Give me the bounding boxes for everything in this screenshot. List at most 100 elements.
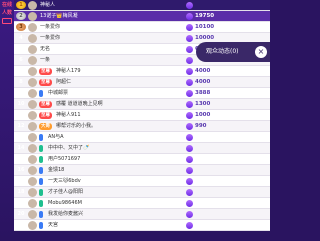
list-item[interactable]: 21 天宫 — [14, 220, 270, 231]
list-item[interactable]: 16 金馈18 — [14, 165, 270, 176]
level-badge: 至尊 — [39, 68, 52, 75]
avatar[interactable] — [28, 122, 37, 131]
level-badge — [39, 189, 43, 196]
level-badge — [39, 156, 43, 163]
coin-icon — [186, 145, 193, 152]
user-name: AN与A — [48, 134, 64, 140]
avatar[interactable] — [28, 177, 37, 186]
coin-icon — [186, 57, 193, 64]
avatar[interactable] — [28, 12, 37, 21]
list-item[interactable]: 7 至尊 神秘人179 4000 — [14, 66, 270, 77]
list-item[interactable]: 11 至尊 神秘人911 1000 — [14, 110, 270, 121]
avatar[interactable] — [28, 188, 37, 197]
user-name: 感覆 道道道晚上见啊 — [56, 101, 103, 107]
avatar[interactable] — [28, 56, 37, 65]
contribution-amount: 4000 — [195, 79, 211, 85]
user-name: 天宫 — [48, 222, 59, 228]
coin-icon — [186, 112, 193, 119]
rank-number: 4 — [19, 35, 23, 41]
left-tab-panel[interactable]: 在线 人数 — [0, 0, 14, 241]
audience-dynamics-label: 观众动态(0) — [206, 48, 239, 55]
list-item[interactable]: 19 Mobu98646M — [14, 198, 270, 209]
coin-icon — [186, 200, 193, 207]
avatar[interactable] — [28, 23, 37, 32]
user-name: 一条爱你 — [40, 24, 61, 30]
level-badge: 大哥 — [39, 123, 52, 130]
avatar[interactable] — [28, 89, 37, 98]
contribution-amount: 990 — [195, 123, 207, 129]
coin-icon — [186, 35, 193, 42]
avatar[interactable] — [28, 45, 37, 54]
coin-icon — [186, 79, 193, 86]
contribution-amount: 3888 — [195, 90, 211, 96]
user-name: 中城邮票 — [48, 90, 69, 96]
level-badge — [39, 145, 43, 152]
list-item[interactable]: 13 AN与A — [14, 132, 270, 143]
audience-dynamics-button[interactable]: 观众动态(0) × — [196, 42, 270, 62]
user-name: Mobu98646M — [48, 200, 82, 206]
coin-icon — [186, 46, 193, 53]
rank-number: 5 — [19, 46, 23, 52]
user-name: 神秘人911 — [56, 112, 81, 118]
level-badge — [39, 211, 43, 218]
avatar[interactable] — [28, 100, 37, 109]
coin-icon — [186, 222, 193, 229]
avatar[interactable] — [28, 221, 37, 230]
rank-number: 18 — [17, 189, 25, 195]
rank-number: 6 — [19, 57, 23, 63]
list-item[interactable]: 3 一条爱你 10100 — [14, 22, 270, 33]
list-item[interactable]: 14 中中中、又中了🍼 — [14, 143, 270, 154]
coin-icon — [186, 13, 193, 20]
coin-icon — [186, 167, 193, 174]
list-item[interactable]: 18 才子佳人@阳阳 — [14, 187, 270, 198]
user-name: 才子佳人@阳阳 — [48, 189, 84, 195]
level-badge — [39, 222, 43, 229]
rank-number: 8 — [19, 79, 23, 85]
list-item[interactable]: 10 至尊 感覆 道道道晚上见啊 1300 — [14, 99, 270, 110]
list-item[interactable]: 17 一天三🐱6bdv — [14, 176, 270, 187]
avatar[interactable] — [28, 210, 37, 219]
rank-number: 21 — [17, 222, 25, 228]
list-item[interactable]: 2 13诺子👑梅风凝 19750 — [14, 11, 270, 22]
ranking-list[interactable]: 1 神秘人 2 13诺子👑梅风凝 19750 3 一条爱你 10100 4 一条爱你 10000 5 无… — [14, 0, 270, 231]
avatar[interactable] — [28, 144, 37, 153]
list-item[interactable]: 1 神秘人 — [14, 0, 270, 11]
list-item[interactable]: 8 至尊 阿超仁 4000 — [14, 77, 270, 88]
list-item[interactable]: 15 用户5071697 — [14, 154, 270, 165]
level-badge — [39, 134, 43, 141]
user-name: 神秘人 — [40, 2, 56, 8]
rank-number: 1 — [16, 1, 26, 9]
rank-number: 3 — [16, 23, 26, 31]
list-item[interactable]: 20 我发给你麦酱兴 — [14, 209, 270, 220]
coin-icon — [186, 134, 193, 141]
user-name: 一条爱你 — [40, 35, 61, 41]
coin-icon — [186, 189, 193, 196]
avatar[interactable] — [28, 78, 37, 87]
tab-indicator — [2, 18, 12, 24]
user-name: 13诺子👑梅风凝 — [40, 13, 78, 19]
avatar[interactable] — [28, 155, 37, 164]
list-item[interactable]: 12 大哥 哪帮讨乐的小我。 990 — [14, 121, 270, 132]
avatar[interactable] — [28, 166, 37, 175]
avatar[interactable] — [28, 111, 37, 120]
contribution-amount: 1000 — [195, 112, 211, 118]
avatar[interactable] — [28, 199, 37, 208]
level-badge: 至尊 — [39, 101, 52, 108]
level-badge — [39, 167, 43, 174]
avatar[interactable] — [28, 67, 37, 76]
coin-icon — [186, 2, 193, 9]
avatar[interactable] — [28, 1, 37, 10]
user-name: 无名 — [40, 46, 51, 52]
level-badge: 至尊 — [39, 79, 52, 86]
level-badge — [39, 178, 43, 185]
level-badge — [39, 200, 43, 207]
user-name: 一条 — [40, 57, 51, 63]
rank-number: 9 — [19, 90, 23, 96]
close-icon[interactable]: × — [255, 46, 267, 58]
rank-number: 10 — [17, 101, 25, 107]
avatar[interactable] — [28, 34, 37, 43]
coin-icon — [186, 123, 193, 130]
avatar[interactable] — [28, 133, 37, 142]
coin-icon — [186, 90, 193, 97]
list-item[interactable]: 9 中城邮票 3888 — [14, 88, 270, 99]
